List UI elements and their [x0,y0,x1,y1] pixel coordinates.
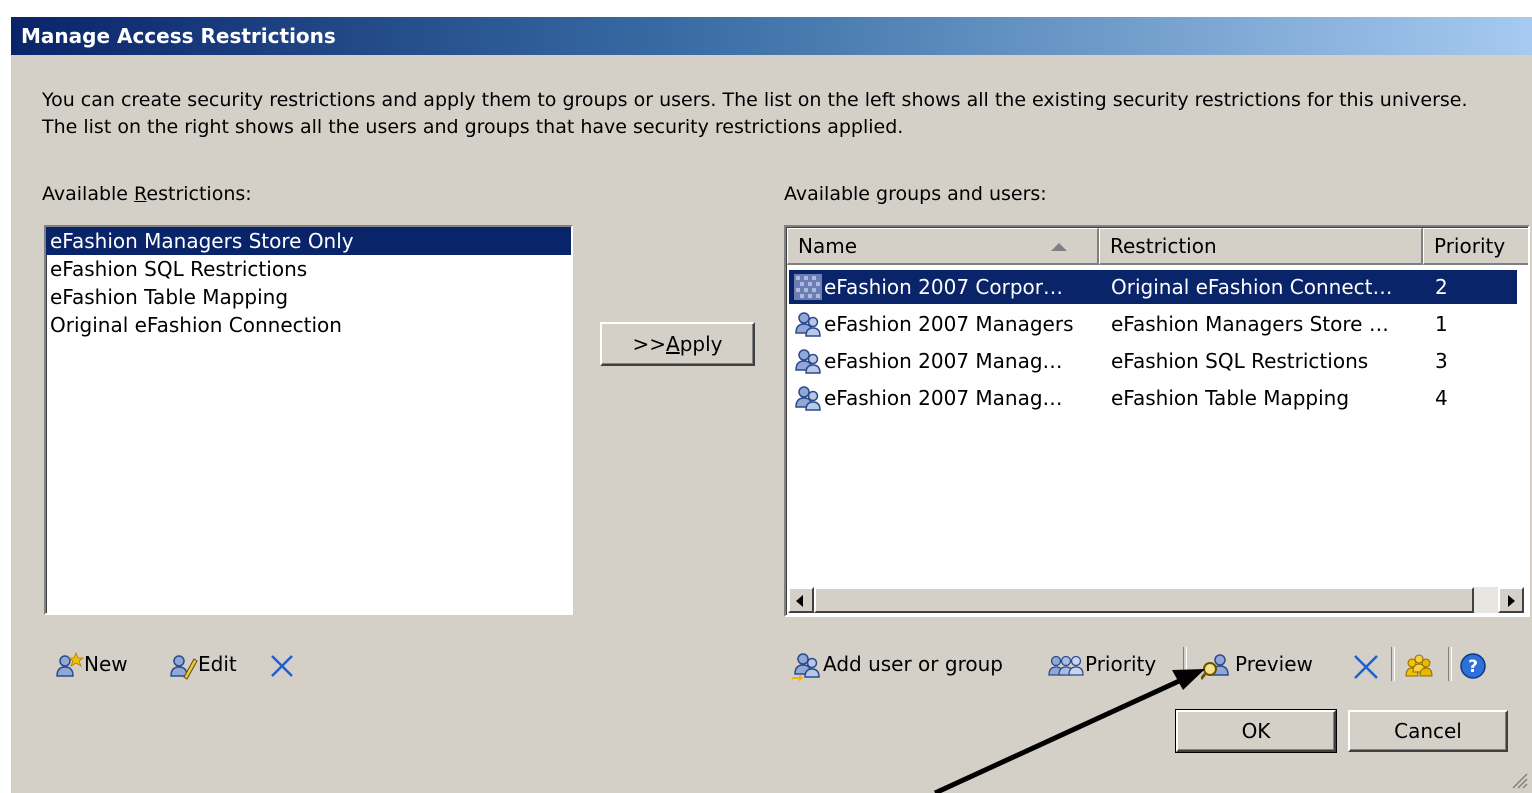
dialog-description: You can create security restrictions and… [42,89,1468,138]
row-name: eFashion 2007 Manag… [824,386,1063,410]
available-groups-label: Available groups and users: [784,183,1047,205]
remove-user-button[interactable] [1352,647,1380,681]
group-row[interactable]: eFashion 2007 Manag… eFashion Table Mapp… [789,381,1517,415]
manage-access-restrictions-dialog: Manage Access Restrictions You can creat… [9,16,1532,793]
edit-icon [170,654,198,680]
sort-ascending-icon [1051,243,1067,251]
row-restriction: eFashion Managers Store … [1111,312,1389,336]
arrow-left-icon [796,595,803,607]
row-restriction: Original eFashion Connect… [1111,270,1429,304]
new-restriction-button[interactable]: New [54,647,128,681]
dialog-title: Manage Access Restrictions [11,17,1532,55]
delete-restriction-button[interactable] [269,647,295,681]
row-restriction: eFashion SQL Restrictions [1111,349,1369,373]
add-user-or-group-button[interactable]: Add user or group [791,647,1003,682]
toolbar-separator [1183,647,1187,681]
help-button[interactable]: ? [1458,647,1488,681]
scroll-left-button[interactable] [788,587,814,613]
add-user-icon [792,652,820,682]
column-header-priority[interactable]: Priority [1423,228,1528,265]
column-header-restriction[interactable]: Restriction [1099,228,1423,265]
priority-button[interactable]: Priority [1047,647,1156,681]
groups-gold-icon [1405,654,1433,676]
row-name: eFashion 2007 Managers [824,312,1074,336]
resize-grip-icon[interactable] [1510,771,1528,789]
priority-icon [1048,655,1084,676]
scroll-right-button[interactable] [1498,587,1524,613]
group-row[interactable]: eFashion 2007 Managers eFashion Managers… [789,307,1517,341]
available-restrictions-label: Available Restrictions: [42,183,252,205]
column-header-name[interactable]: Name [787,228,1099,265]
row-priority: 1 [1435,312,1448,336]
manage-groups-button[interactable] [1403,647,1435,681]
scroll-thumb[interactable] [814,587,1474,613]
help-icon: ? [1460,652,1486,679]
groups-listview[interactable]: Name Restriction Priority eFashion 2007 … [784,225,1530,617]
row-restriction: eFashion Table Mapping [1111,386,1350,410]
svg-text:?: ? [1468,657,1478,677]
preview-icon [1199,653,1229,680]
new-icon [56,651,85,677]
edit-restriction-button[interactable]: Edit [168,647,237,681]
arrow-right-icon [1508,595,1515,607]
user-group-icon [792,381,822,415]
user-group-icon [792,307,822,341]
row-name: eFashion 2007 Manag… [824,349,1063,373]
group-row[interactable]: eFashion 2007 Corpor… Original eFashion … [788,269,1518,305]
row-priority: 3 [1435,349,1448,373]
toolbar-separator [1391,647,1395,681]
row-name: eFashion 2007 Corpor… [824,270,1099,304]
toolbar-separator [1448,647,1452,681]
restriction-item[interactable]: eFashion Managers Store Only [46,227,571,255]
restrictions-listbox[interactable]: eFashion Managers Store Only eFashion SQ… [44,225,573,615]
preview-button[interactable]: Preview [1199,647,1313,681]
restriction-item[interactable]: eFashion Table Mapping [46,283,571,311]
row-priority: 2 [1435,270,1495,304]
restriction-item[interactable]: eFashion SQL Restrictions [46,255,571,283]
listview-header: Name Restriction Priority [787,228,1528,265]
user-group-icon [792,344,822,378]
delete-x-icon [271,654,293,677]
restriction-item[interactable]: Original eFashion Connection [46,311,571,339]
apply-button[interactable]: >>Apply [600,322,755,366]
horizontal-scrollbar[interactable] [788,587,1524,613]
group-icon [792,270,822,304]
row-priority: 4 [1435,386,1448,410]
cancel-button[interactable]: Cancel [1348,710,1508,752]
delete-x-icon [1354,654,1378,679]
ok-button[interactable]: OK [1175,709,1337,753]
group-row[interactable]: eFashion 2007 Manag… eFashion SQL Restri… [789,344,1517,378]
